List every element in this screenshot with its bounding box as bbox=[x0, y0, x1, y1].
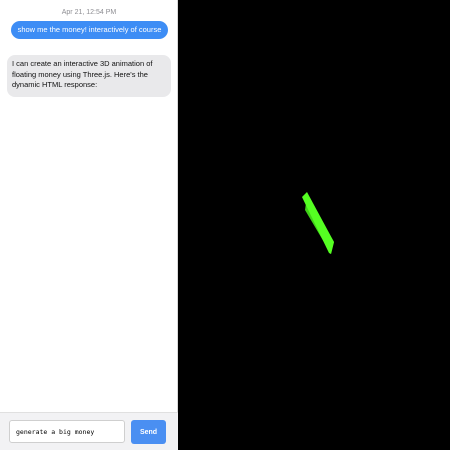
chat-panel: Apr 21, 12:54 PM show me the money! inte… bbox=[0, 0, 178, 450]
assistant-message-bubble: I can create an interactive 3D animation… bbox=[7, 55, 171, 97]
scene-svg bbox=[302, 192, 334, 254]
threejs-canvas[interactable] bbox=[178, 0, 450, 450]
app-window: Apr 21, 12:54 PM show me the money! inte… bbox=[0, 0, 450, 450]
user-message-bubble: show me the money! interactively of cour… bbox=[11, 21, 168, 39]
send-button[interactable]: Send bbox=[131, 420, 166, 444]
message-composer: Send bbox=[0, 412, 178, 450]
message-timestamp: Apr 21, 12:54 PM bbox=[61, 9, 117, 16]
message-input[interactable] bbox=[9, 420, 125, 443]
money-bill bbox=[302, 192, 334, 254]
